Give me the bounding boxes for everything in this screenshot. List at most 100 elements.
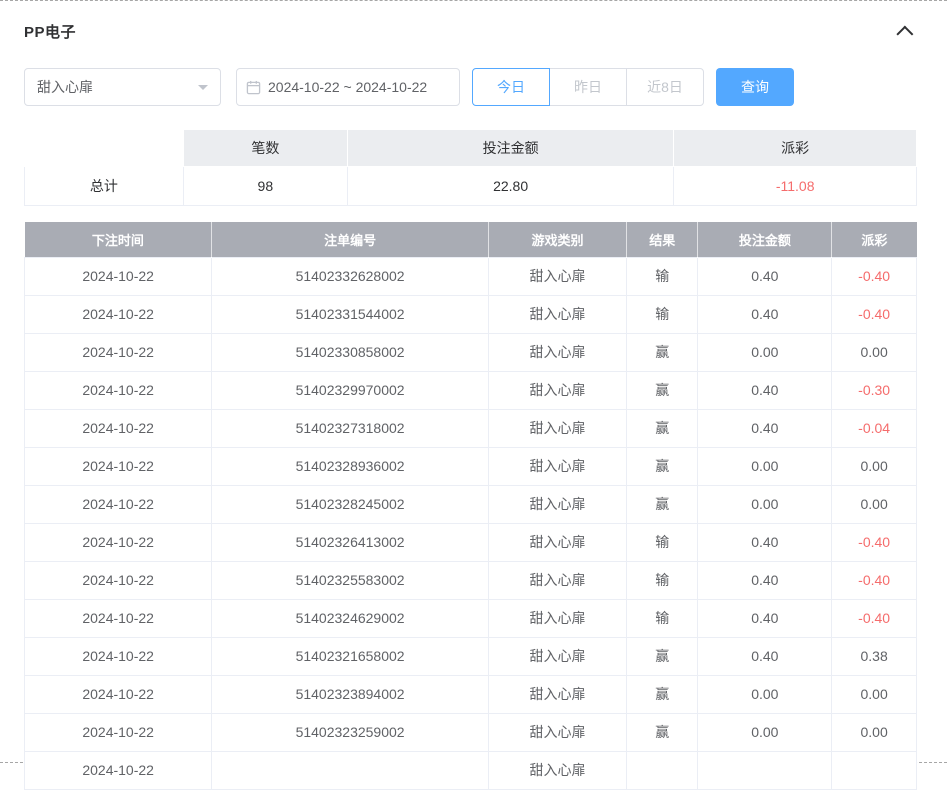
cell-time: 2024-10-22 bbox=[25, 371, 212, 409]
cell-time: 2024-10-22 bbox=[25, 333, 212, 371]
quick-button-2[interactable]: 近8日 bbox=[626, 68, 704, 106]
chevron-down-icon bbox=[198, 85, 208, 95]
cell-time: 2024-10-22 bbox=[25, 447, 212, 485]
cell-bet: 0.00 bbox=[698, 447, 832, 485]
summary-table: 笔数 投注金额 派彩 总计 98 22.80 -11.08 bbox=[24, 129, 917, 206]
quick-buttons: 今日昨日近8日 bbox=[472, 68, 704, 106]
cell-payout: -0.40 bbox=[832, 599, 917, 637]
cell-time: 2024-10-22 bbox=[25, 713, 212, 751]
summary-header-payout: 派彩 bbox=[674, 130, 917, 167]
cell-order: 51402325583002 bbox=[212, 561, 489, 599]
cell-game: 甜入心扉 bbox=[488, 371, 626, 409]
table-row: 2024-10-2251402330858002甜入心扉赢0.000.00 bbox=[25, 333, 917, 371]
column-header: 注单编号 bbox=[212, 222, 489, 257]
summary-total-payout: -11.08 bbox=[674, 167, 917, 206]
column-header: 游戏类别 bbox=[488, 222, 626, 257]
cell-game: 甜入心扉 bbox=[488, 333, 626, 371]
cell-result: 赢 bbox=[627, 675, 698, 713]
cell-time: 2024-10-22 bbox=[25, 523, 212, 561]
column-header: 下注时间 bbox=[25, 222, 212, 257]
cell-time: 2024-10-22 bbox=[25, 561, 212, 599]
cell-bet: 0.40 bbox=[698, 523, 832, 561]
table-row: 2024-10-2251402326413002甜入心扉输0.40-0.40 bbox=[25, 523, 917, 561]
cell-order: 51402324629002 bbox=[212, 599, 489, 637]
cell-result: 赢 bbox=[627, 333, 698, 371]
cell-payout: -0.40 bbox=[832, 523, 917, 561]
page-title: PP电子 bbox=[24, 21, 76, 42]
cell-order: 51402326413002 bbox=[212, 523, 489, 561]
date-range-value: 2024-10-22 ~ 2024-10-22 bbox=[268, 79, 427, 95]
cell-bet: 0.00 bbox=[698, 713, 832, 751]
panel-header: PP电子 bbox=[24, 21, 917, 42]
cell-bet: 0.40 bbox=[698, 409, 832, 447]
cell-game: 甜入心扉 bbox=[488, 561, 626, 599]
cell-result: 输 bbox=[627, 523, 698, 561]
filter-bar: 甜入心扉 2024-10-22 ~ 2024-10-22 今日昨日近8日 查询 bbox=[24, 68, 917, 106]
cell-time: 2024-10-22 bbox=[25, 751, 212, 789]
cell-order: 51402332628002 bbox=[212, 257, 489, 295]
table-row: 2024-10-2251402328245002甜入心扉赢0.000.00 bbox=[25, 485, 917, 523]
cell-game: 甜入心扉 bbox=[488, 447, 626, 485]
cell-payout: -0.40 bbox=[832, 257, 917, 295]
column-header: 派彩 bbox=[832, 222, 917, 257]
table-row: 2024-10-2251402331544002甜入心扉输0.40-0.40 bbox=[25, 295, 917, 333]
cell-result bbox=[627, 751, 698, 789]
table-row: 2024-10-2251402332628002甜入心扉输0.40-0.40 bbox=[25, 257, 917, 295]
cell-order: 51402328245002 bbox=[212, 485, 489, 523]
cell-time: 2024-10-22 bbox=[25, 257, 212, 295]
cell-game: 甜入心扉 bbox=[488, 675, 626, 713]
table-row: 2024-10-2251402325583002甜入心扉输0.40-0.40 bbox=[25, 561, 917, 599]
cell-bet: 0.00 bbox=[698, 485, 832, 523]
query-button[interactable]: 查询 bbox=[716, 68, 794, 106]
pp-electronic-panel: PP电子 甜入心扉 2024-10-22 ~ 2024-10-22 今日昨日近8… bbox=[0, 1, 947, 790]
cell-game: 甜入心扉 bbox=[488, 713, 626, 751]
cell-time: 2024-10-22 bbox=[25, 485, 212, 523]
cell-bet bbox=[698, 751, 832, 789]
cell-time: 2024-10-22 bbox=[25, 599, 212, 637]
cell-payout: 0.38 bbox=[832, 637, 917, 675]
table-row: 2024-10-22甜入心扉 bbox=[25, 751, 917, 789]
cell-game: 甜入心扉 bbox=[488, 637, 626, 675]
table-row: 2024-10-2251402327318002甜入心扉赢0.40-0.04 bbox=[25, 409, 917, 447]
table-row: 2024-10-2251402323894002甜入心扉赢0.000.00 bbox=[25, 675, 917, 713]
summary-total-bet-amount: 22.80 bbox=[347, 167, 673, 206]
cell-payout: 0.00 bbox=[832, 485, 917, 523]
cell-result: 赢 bbox=[627, 371, 698, 409]
summary-header-row: 笔数 投注金额 派彩 bbox=[25, 130, 917, 167]
summary-total-row: 总计 98 22.80 -11.08 bbox=[25, 167, 917, 206]
summary-header-bet-amount: 投注金额 bbox=[347, 130, 673, 167]
cell-game: 甜入心扉 bbox=[488, 599, 626, 637]
table-row: 2024-10-2251402324629002甜入心扉输0.40-0.40 bbox=[25, 599, 917, 637]
cell-order: 51402330858002 bbox=[212, 333, 489, 371]
cell-order bbox=[212, 751, 489, 789]
cell-result: 赢 bbox=[627, 637, 698, 675]
collapse-button[interactable] bbox=[897, 22, 917, 42]
game-select-value: 甜入心扉 bbox=[37, 77, 93, 97]
cell-result: 赢 bbox=[627, 485, 698, 523]
bets-table-body: 2024-10-2251402332628002甜入心扉输0.40-0.4020… bbox=[25, 257, 917, 789]
table-row: 2024-10-2251402321658002甜入心扉赢0.400.38 bbox=[25, 637, 917, 675]
cell-order: 51402327318002 bbox=[212, 409, 489, 447]
column-header: 结果 bbox=[627, 222, 698, 257]
cell-order: 51402323259002 bbox=[212, 713, 489, 751]
cell-payout: -0.40 bbox=[832, 561, 917, 599]
column-header: 投注金额 bbox=[698, 222, 832, 257]
cell-result: 输 bbox=[627, 257, 698, 295]
cell-bet: 0.40 bbox=[698, 637, 832, 675]
bets-table: 下注时间注单编号游戏类别结果投注金额派彩 2024-10-22514023326… bbox=[24, 222, 917, 790]
table-row: 2024-10-2251402329970002甜入心扉赢0.40-0.30 bbox=[25, 371, 917, 409]
quick-button-0[interactable]: 今日 bbox=[472, 68, 550, 106]
game-select[interactable]: 甜入心扉 bbox=[24, 68, 221, 106]
cell-time: 2024-10-22 bbox=[25, 409, 212, 447]
cell-payout: -0.04 bbox=[832, 409, 917, 447]
cell-bet: 0.40 bbox=[698, 371, 832, 409]
date-range-input[interactable]: 2024-10-22 ~ 2024-10-22 bbox=[236, 68, 460, 106]
summary-total-count: 98 bbox=[183, 167, 347, 206]
quick-button-1[interactable]: 昨日 bbox=[549, 68, 627, 106]
cell-payout: 0.00 bbox=[832, 447, 917, 485]
chevron-up-icon bbox=[896, 25, 913, 42]
cell-result: 赢 bbox=[627, 713, 698, 751]
cell-bet: 0.00 bbox=[698, 675, 832, 713]
cell-bet: 0.00 bbox=[698, 333, 832, 371]
cell-game: 甜入心扉 bbox=[488, 409, 626, 447]
